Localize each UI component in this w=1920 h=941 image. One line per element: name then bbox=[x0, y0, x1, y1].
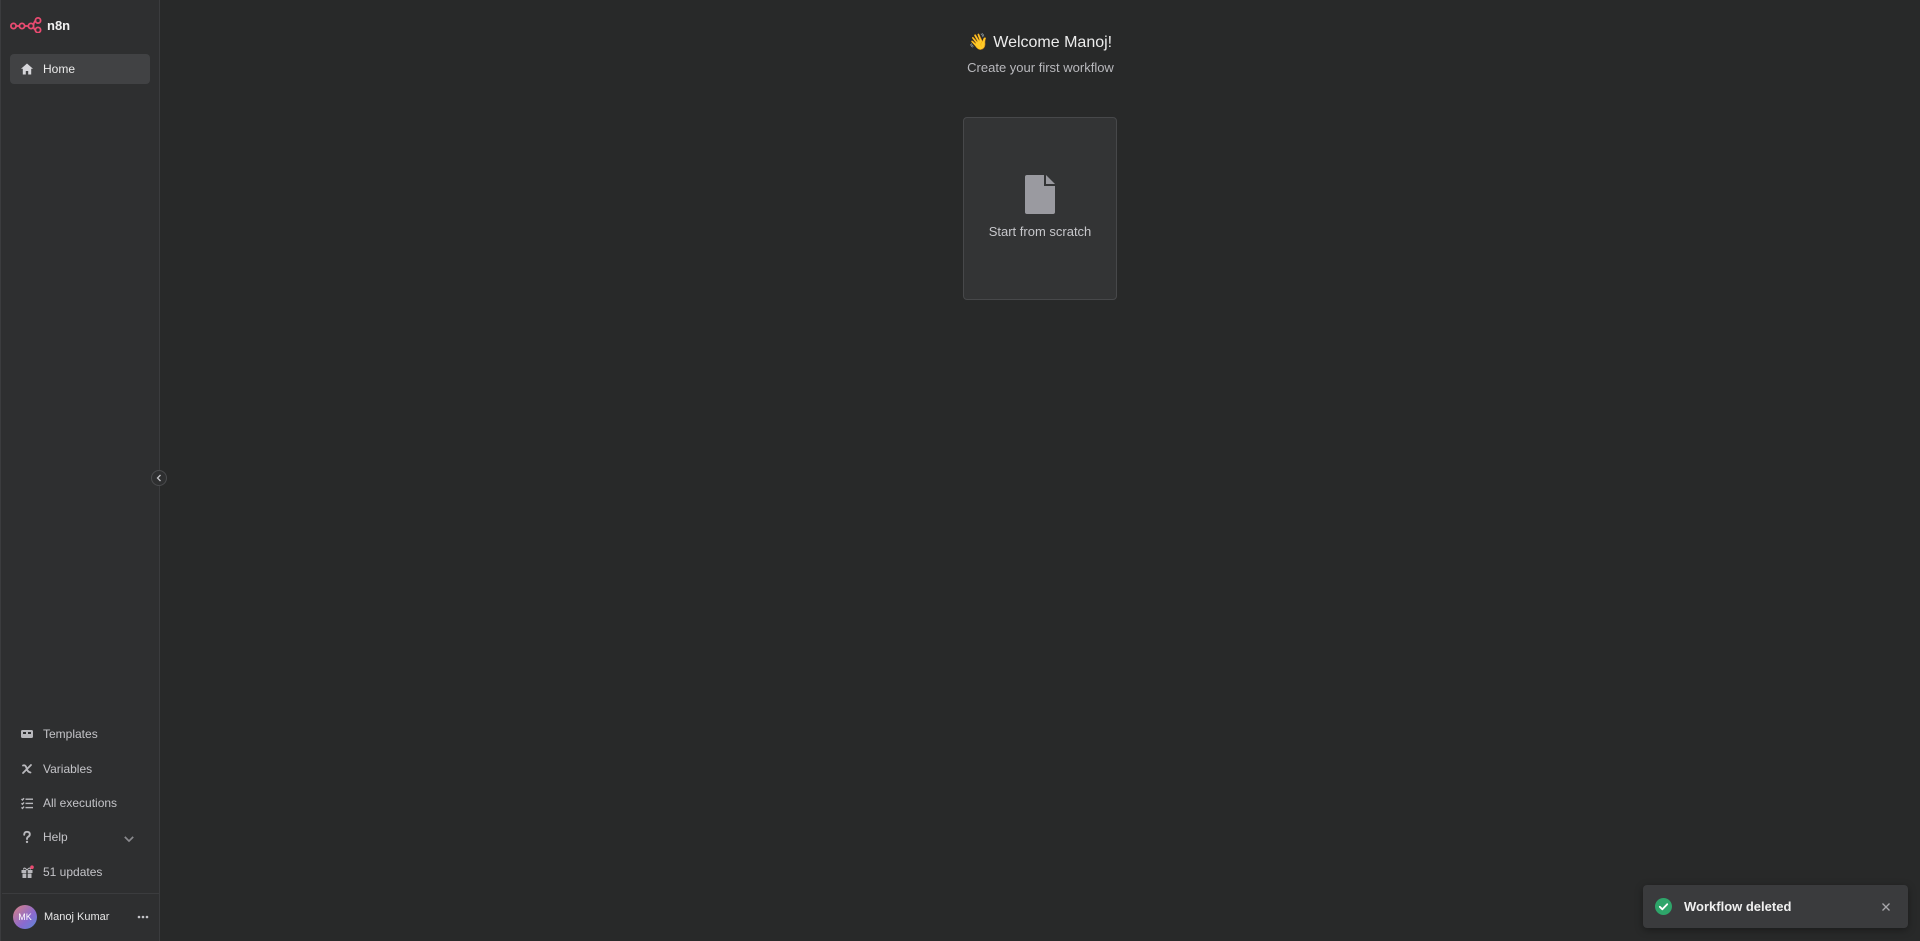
check-circle-icon bbox=[1655, 898, 1672, 915]
app-window: n8n Home Templates Variables All executi… bbox=[0, 0, 1920, 941]
chevron-left-icon bbox=[156, 474, 161, 482]
sidebar-item-label: Variables bbox=[43, 762, 93, 776]
toast-message: Workflow deleted bbox=[1684, 899, 1792, 914]
sidebar-divider bbox=[2, 893, 160, 894]
avatar[interactable]: MK bbox=[13, 905, 37, 929]
file-icon bbox=[1025, 175, 1055, 214]
app-name: n8n bbox=[47, 17, 71, 33]
sidebar-item-label: Help bbox=[43, 830, 68, 844]
collapse-sidebar-button[interactable] bbox=[151, 470, 167, 486]
sidebar-item-help[interactable]: Help bbox=[10, 822, 150, 852]
sidebar-item-home[interactable]: Home bbox=[10, 54, 150, 84]
sidebar-item-label: Templates bbox=[43, 727, 98, 741]
n8n-logo[interactable]: n8n bbox=[10, 14, 70, 36]
n8n-logo-icon bbox=[10, 17, 42, 33]
notification-toast: Workflow deleted bbox=[1643, 885, 1908, 928]
user-profile[interactable]: MK Manoj Kumar bbox=[13, 905, 151, 929]
variable-icon bbox=[22, 764, 32, 774]
gift-icon bbox=[21, 865, 34, 878]
sidebar: n8n Home Templates Variables All executi… bbox=[0, 0, 160, 941]
welcome-text: Welcome Manoj! bbox=[993, 34, 1113, 51]
question-icon bbox=[23, 830, 31, 844]
sidebar-item-templates[interactable]: Templates bbox=[10, 719, 150, 749]
close-icon[interactable] bbox=[1874, 895, 1898, 919]
tasks-icon bbox=[21, 797, 33, 810]
user-name: Manoj Kumar bbox=[44, 911, 110, 923]
sidebar-item-label: 51 updates bbox=[43, 865, 103, 879]
more-options-icon[interactable] bbox=[135, 909, 151, 925]
home-icon bbox=[21, 63, 33, 75]
sidebar-item-label: All executions bbox=[43, 796, 118, 810]
wave-emoji: 👋 bbox=[968, 34, 989, 51]
chevron-down-icon bbox=[124, 836, 134, 843]
page-title: 👋 Welcome Manoj! bbox=[161, 32, 1920, 52]
page-subtitle: Create your first workflow bbox=[967, 60, 1114, 75]
sidebar-item-variables[interactable]: Variables bbox=[10, 754, 150, 784]
start-from-scratch-card[interactable]: Start from scratch bbox=[963, 117, 1117, 300]
sidebar-item-all-executions[interactable]: All executions bbox=[10, 788, 150, 818]
card-label: Start from scratch bbox=[988, 224, 1092, 239]
main-content: 👋 Welcome Manoj! Create your first workf… bbox=[161, 0, 1920, 941]
sidebar-item-label: Home bbox=[43, 62, 76, 76]
sidebar-item-updates[interactable]: 51 updates bbox=[10, 857, 150, 887]
box-icon bbox=[21, 730, 33, 738]
